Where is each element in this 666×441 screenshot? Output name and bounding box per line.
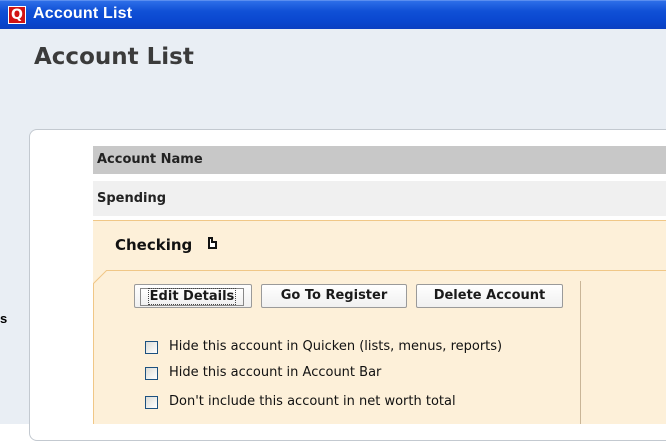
hide-in-account-bar-checkbox[interactable] xyxy=(145,367,158,380)
edit-details-label: Edit Details xyxy=(147,288,237,305)
hide-in-quicken-checkbox[interactable] xyxy=(145,341,158,354)
panel-notch xyxy=(93,270,107,284)
group-label: Spending xyxy=(97,191,167,206)
go-to-register-button[interactable]: Go To Register xyxy=(261,284,407,308)
exclude-net-worth-label: Don't include this account in net worth … xyxy=(169,394,456,409)
quicken-app-icon[interactable]: Q xyxy=(8,6,26,24)
exclude-net-worth-checkbox[interactable] xyxy=(145,396,158,409)
hide-in-quicken-label: Hide this account in Quicken (lists, men… xyxy=(169,339,503,354)
title-bar[interactable]: Q Account List xyxy=(0,0,666,30)
edit-details-button[interactable]: Edit Details xyxy=(134,284,252,308)
column-header-account-name[interactable]: Account Name xyxy=(93,146,666,174)
window-title: Account List xyxy=(33,5,133,22)
page-title: Account List xyxy=(34,44,194,70)
column-header-label: Account Name xyxy=(97,152,203,167)
delete-account-button[interactable]: Delete Account xyxy=(416,284,563,308)
panel-divider xyxy=(580,281,581,424)
account-row-checking[interactable]: Checking xyxy=(93,220,666,271)
side-label: s xyxy=(0,311,8,326)
account-name: Checking xyxy=(115,236,193,254)
hide-in-account-bar-label: Hide this account in Account Bar xyxy=(169,365,382,380)
document-icon[interactable] xyxy=(208,237,217,249)
group-row-spending[interactable]: Spending xyxy=(93,181,666,216)
